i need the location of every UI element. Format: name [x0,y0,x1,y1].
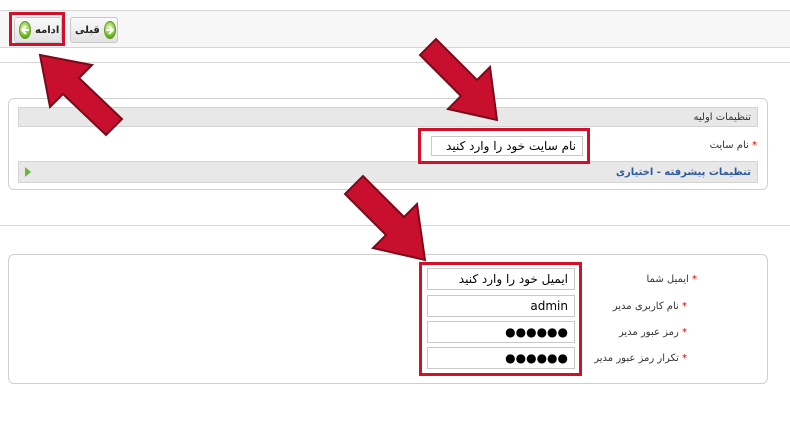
username-label: نام کاربری مدیر * [612,301,687,312]
confirm-password-label: تکرار رمز عبور مدیر * [594,353,687,364]
arrow-right-icon [103,21,116,39]
admin-account-panel: ایمیل شما * نام کاربری مدیر * رمز عبور م… [8,254,768,384]
email-label: ایمیل شما * [646,274,697,285]
required-mark: * [752,140,757,151]
arrow-pointer-icon [418,37,499,122]
advanced-settings-label: تنظیمات پیشرفته - اختیاری [615,166,751,178]
installer-toolbar: ادامه قبلی [0,10,790,48]
expand-triangle-icon [25,167,31,177]
next-button-highlight [9,12,65,46]
previous-button[interactable]: قبلی [70,17,118,43]
arrow-pointer-icon [343,174,427,262]
arrow-pointer-icon [38,53,124,137]
previous-button-label: قبلی [75,24,100,36]
admin-fields-highlight [419,262,582,376]
site-name-label: نام سایت * [709,140,757,151]
password-label: رمز عبور مدیر * [618,327,687,338]
